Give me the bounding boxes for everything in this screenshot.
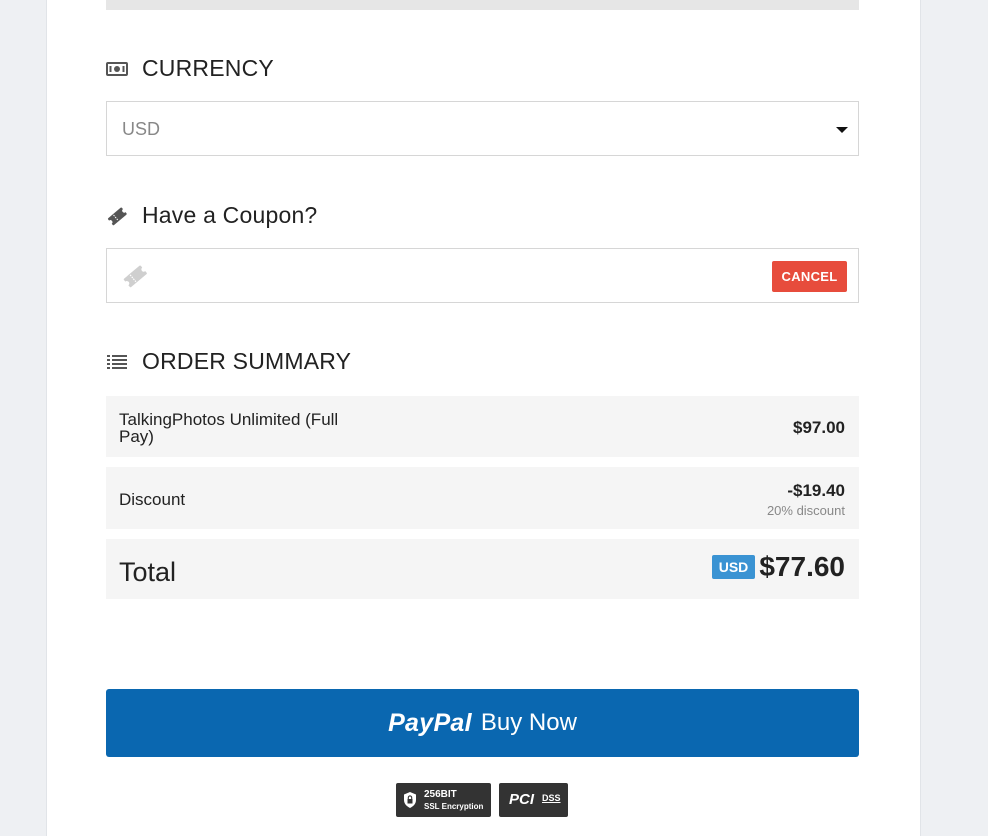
ssl-encryption-label: SSL Encryption: [424, 802, 484, 811]
line-item-amount: $97.00: [793, 418, 845, 437]
discount-note: 20% discount: [766, 503, 845, 518]
discount-amount: -$19.40: [787, 481, 845, 500]
pci-label: PCI: [509, 791, 535, 808]
order-summary-heading: ORDER SUMMARY: [106, 348, 351, 375]
list-icon: [106, 351, 128, 373]
line-item-name: TalkingPhotos Unlimited (Full Pay): [119, 410, 339, 446]
ssl-bit-label: 256BIT: [424, 789, 457, 800]
top-field-remnant: [106, 0, 859, 10]
ssl-encryption-badge: 256BIT SSL Encryption: [396, 783, 491, 817]
total-row: Total USD $77.60: [106, 539, 859, 599]
currency-select[interactable]: USD: [106, 101, 859, 156]
cancel-coupon-button[interactable]: CANCEL: [772, 261, 847, 292]
coupon-heading-label: Have a Coupon?: [142, 202, 318, 228]
lock-icon: [403, 792, 417, 808]
dss-label: DSS: [542, 793, 561, 803]
paypal-buy-now-button[interactable]: PayPal Buy Now: [106, 689, 859, 757]
currency-badge: USD: [712, 555, 755, 579]
pci-dss-badge: PCI DSS: [499, 783, 568, 817]
total-amount: $77.60: [759, 551, 845, 582]
buy-now-label: Buy Now: [480, 709, 577, 736]
discount-row: Discount -$19.40 20% discount: [106, 467, 859, 529]
ticket-icon: [106, 205, 128, 227]
order-summary-heading-label: ORDER SUMMARY: [142, 348, 352, 374]
ticket-icon: [121, 263, 149, 289]
coupon-field[interactable]: CANCEL: [106, 248, 859, 303]
order-line-item: TalkingPhotos Unlimited (Full Pay) $97.0…: [106, 396, 859, 457]
discount-label: Discount: [119, 490, 186, 509]
currency-heading-label: CURRENCY: [142, 55, 274, 81]
chevron-down-icon: [836, 127, 848, 133]
coupon-heading: Have a Coupon?: [106, 202, 317, 229]
money-icon: [106, 58, 128, 80]
paypal-logo: PayPal: [388, 708, 472, 737]
currency-select-value: USD: [122, 119, 161, 139]
currency-heading: CURRENCY: [106, 55, 274, 82]
total-label: Total: [119, 557, 177, 587]
